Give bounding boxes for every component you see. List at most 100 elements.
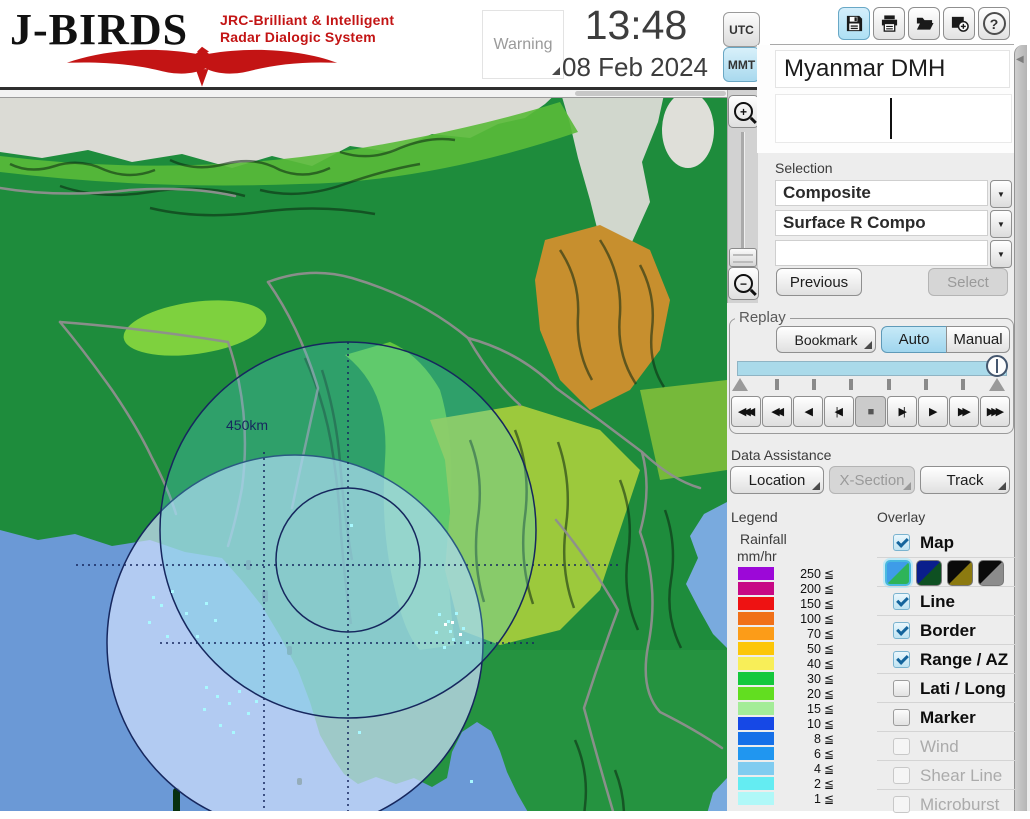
checkbox-icon[interactable]: [893, 534, 910, 551]
legend-row: 70 ≦: [738, 626, 834, 641]
stop-button[interactable]: ■: [855, 396, 886, 427]
print-button[interactable]: [873, 7, 905, 40]
station-name: Myanmar DMH: [775, 50, 1010, 88]
legend-color-chip: [738, 777, 774, 790]
product-category-combobox[interactable]: Composite: [775, 180, 988, 206]
auto-mode-button[interactable]: Auto: [881, 326, 947, 353]
overlay-checkbox-marker[interactable]: Marker: [877, 703, 1014, 732]
clock-time: 13:48: [584, 2, 688, 48]
overlay-checkbox-line[interactable]: Line: [877, 587, 1014, 616]
legend-color-chip: [738, 627, 774, 640]
checkbox-icon[interactable]: [893, 680, 910, 697]
fast-forward-button[interactable]: ▶▶: [948, 396, 979, 427]
mmt-toggle-button[interactable]: MMT: [723, 47, 760, 82]
legend-row: 30 ≦: [738, 671, 834, 686]
legend-value: 10: [807, 716, 821, 731]
map-scrollbar-thumb[interactable]: [575, 91, 726, 96]
new-window-button[interactable]: [943, 7, 975, 40]
range-ring-label: 450km: [226, 417, 268, 433]
product-type-dropdown-button[interactable]: ▼: [990, 210, 1012, 238]
legend-row: 150 ≦: [738, 596, 834, 611]
step-back-button[interactable]: |◀: [824, 396, 855, 427]
checkbox-icon[interactable]: [893, 709, 910, 726]
jbirds-app: { "header": { "logo_title": "J-BIRDS", "…: [0, 0, 1030, 814]
less-equal-symbol: ≦: [823, 701, 834, 716]
timeline-slider-handle[interactable]: [986, 355, 1008, 377]
checkbox-icon[interactable]: [893, 593, 910, 610]
overlay-checkbox-range-az[interactable]: Range / AZ: [877, 645, 1014, 674]
less-equal-symbol: ≦: [823, 791, 834, 806]
checkbox-icon[interactable]: [893, 767, 910, 784]
overlay-checkbox-lati-long[interactable]: Lati / Long: [877, 674, 1014, 703]
product-option-dropdown-button[interactable]: ▼: [990, 240, 1012, 268]
checkbox-icon[interactable]: [893, 738, 910, 755]
x-section-button[interactable]: X-Section: [829, 466, 915, 494]
legend-row: 100 ≦: [738, 611, 834, 626]
save-button[interactable]: [838, 7, 870, 40]
overlay-section-label: Overlay: [877, 509, 926, 525]
status-text-box[interactable]: [775, 94, 1012, 143]
legend-value: 40: [807, 656, 821, 671]
checkbox-icon[interactable]: [893, 796, 910, 813]
select-button[interactable]: Select: [928, 268, 1008, 296]
checkbox-icon[interactable]: [893, 651, 910, 668]
logo-tagline-line1: JRC-Brilliant & Intelligent: [220, 12, 395, 28]
map-canvas[interactable]: 450km: [0, 90, 727, 811]
map-viewport[interactable]: 450km: [0, 90, 727, 811]
legend-value: 1: [813, 791, 821, 806]
map-style-black-olive-swatch[interactable]: [947, 560, 973, 586]
panel-separator: [770, 44, 1014, 45]
location-button[interactable]: Location: [730, 466, 824, 494]
timeline-tick: [849, 379, 853, 390]
product-type-combobox[interactable]: Surface R Compo: [775, 210, 988, 236]
replay-section-label: Replay: [735, 309, 790, 326]
timeline-slider-track[interactable]: [737, 361, 1007, 376]
manual-mode-button[interactable]: Manual: [946, 326, 1010, 353]
legend-row: 200 ≦: [738, 581, 834, 596]
timeline-tick: [887, 379, 891, 390]
track-button[interactable]: Track: [920, 466, 1010, 494]
legend-title-line1: Rainfall: [740, 531, 787, 547]
overlay-checkbox-microburst[interactable]: Microburst: [877, 790, 1014, 819]
open-folder-button[interactable]: [908, 7, 940, 40]
fast-rewind-button[interactable]: ◀◀: [762, 396, 793, 427]
overlay-checkbox-wind[interactable]: Wind: [877, 732, 1014, 761]
panel-collapse-icon[interactable]: ◀: [1016, 54, 1024, 65]
less-equal-symbol: ≦: [823, 716, 834, 731]
panel-splitter[interactable]: [1014, 45, 1027, 811]
zoom-slider-track[interactable]: [741, 132, 745, 264]
zoom-in-button[interactable]: +: [728, 95, 759, 128]
play-button[interactable]: ▶: [917, 396, 948, 427]
product-option-combobox[interactable]: [775, 240, 988, 266]
legend-color-chip: [738, 642, 774, 655]
map-style-blue-green-swatch[interactable]: [885, 560, 911, 586]
step-forward-button[interactable]: ▶|: [886, 396, 917, 427]
overlay-checkbox-border[interactable]: Border: [877, 616, 1014, 645]
checkbox-icon[interactable]: [893, 622, 910, 639]
zoom-slider-thumb[interactable]: [729, 248, 757, 267]
map-style-black-gray-swatch[interactable]: [978, 560, 1004, 586]
overlay-checkbox-map[interactable]: Map: [877, 528, 1014, 557]
legend-row: 8 ≦: [738, 731, 834, 746]
help-button[interactable]: ?: [978, 7, 1010, 40]
utc-toggle-button[interactable]: UTC: [723, 12, 760, 47]
rewind-button[interactable]: ◀: [793, 396, 824, 427]
legend-value: 4: [813, 761, 821, 776]
bookmark-button[interactable]: Bookmark: [776, 326, 876, 353]
previous-button[interactable]: Previous: [776, 268, 862, 296]
new-window-icon: [951, 16, 969, 32]
less-equal-symbol: ≦: [823, 686, 834, 701]
eagle-logo-icon: [66, 46, 338, 87]
legend-color-chip: [738, 732, 774, 745]
chevron-down-icon: ▼: [997, 189, 1005, 199]
map-style-navy-darkgreen-swatch[interactable]: [916, 560, 942, 586]
fast-forward-3x-button[interactable]: ▶▶▶: [979, 396, 1010, 427]
fast-rewind-3x-button[interactable]: ◀◀◀: [731, 396, 762, 427]
zoom-out-button[interactable]: −: [728, 267, 759, 300]
product-category-dropdown-button[interactable]: ▼: [990, 180, 1012, 208]
overlay-checkbox-shear-line[interactable]: Shear Line: [877, 761, 1014, 790]
legend-title-line2: mm/hr: [737, 548, 777, 564]
timeline-tick: [812, 379, 816, 390]
legend-value: 50: [807, 641, 821, 656]
legend-color-chip: [738, 762, 774, 775]
